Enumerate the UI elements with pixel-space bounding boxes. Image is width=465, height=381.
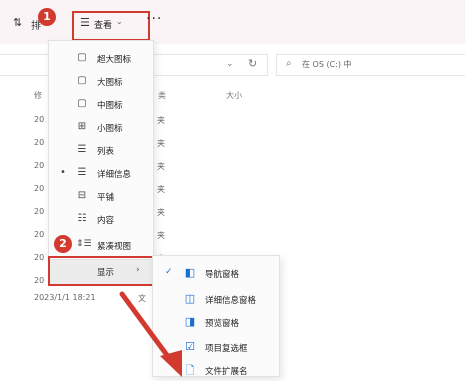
annotation-arrow bbox=[119, 291, 182, 377]
arrow-shaft bbox=[119, 291, 175, 365]
